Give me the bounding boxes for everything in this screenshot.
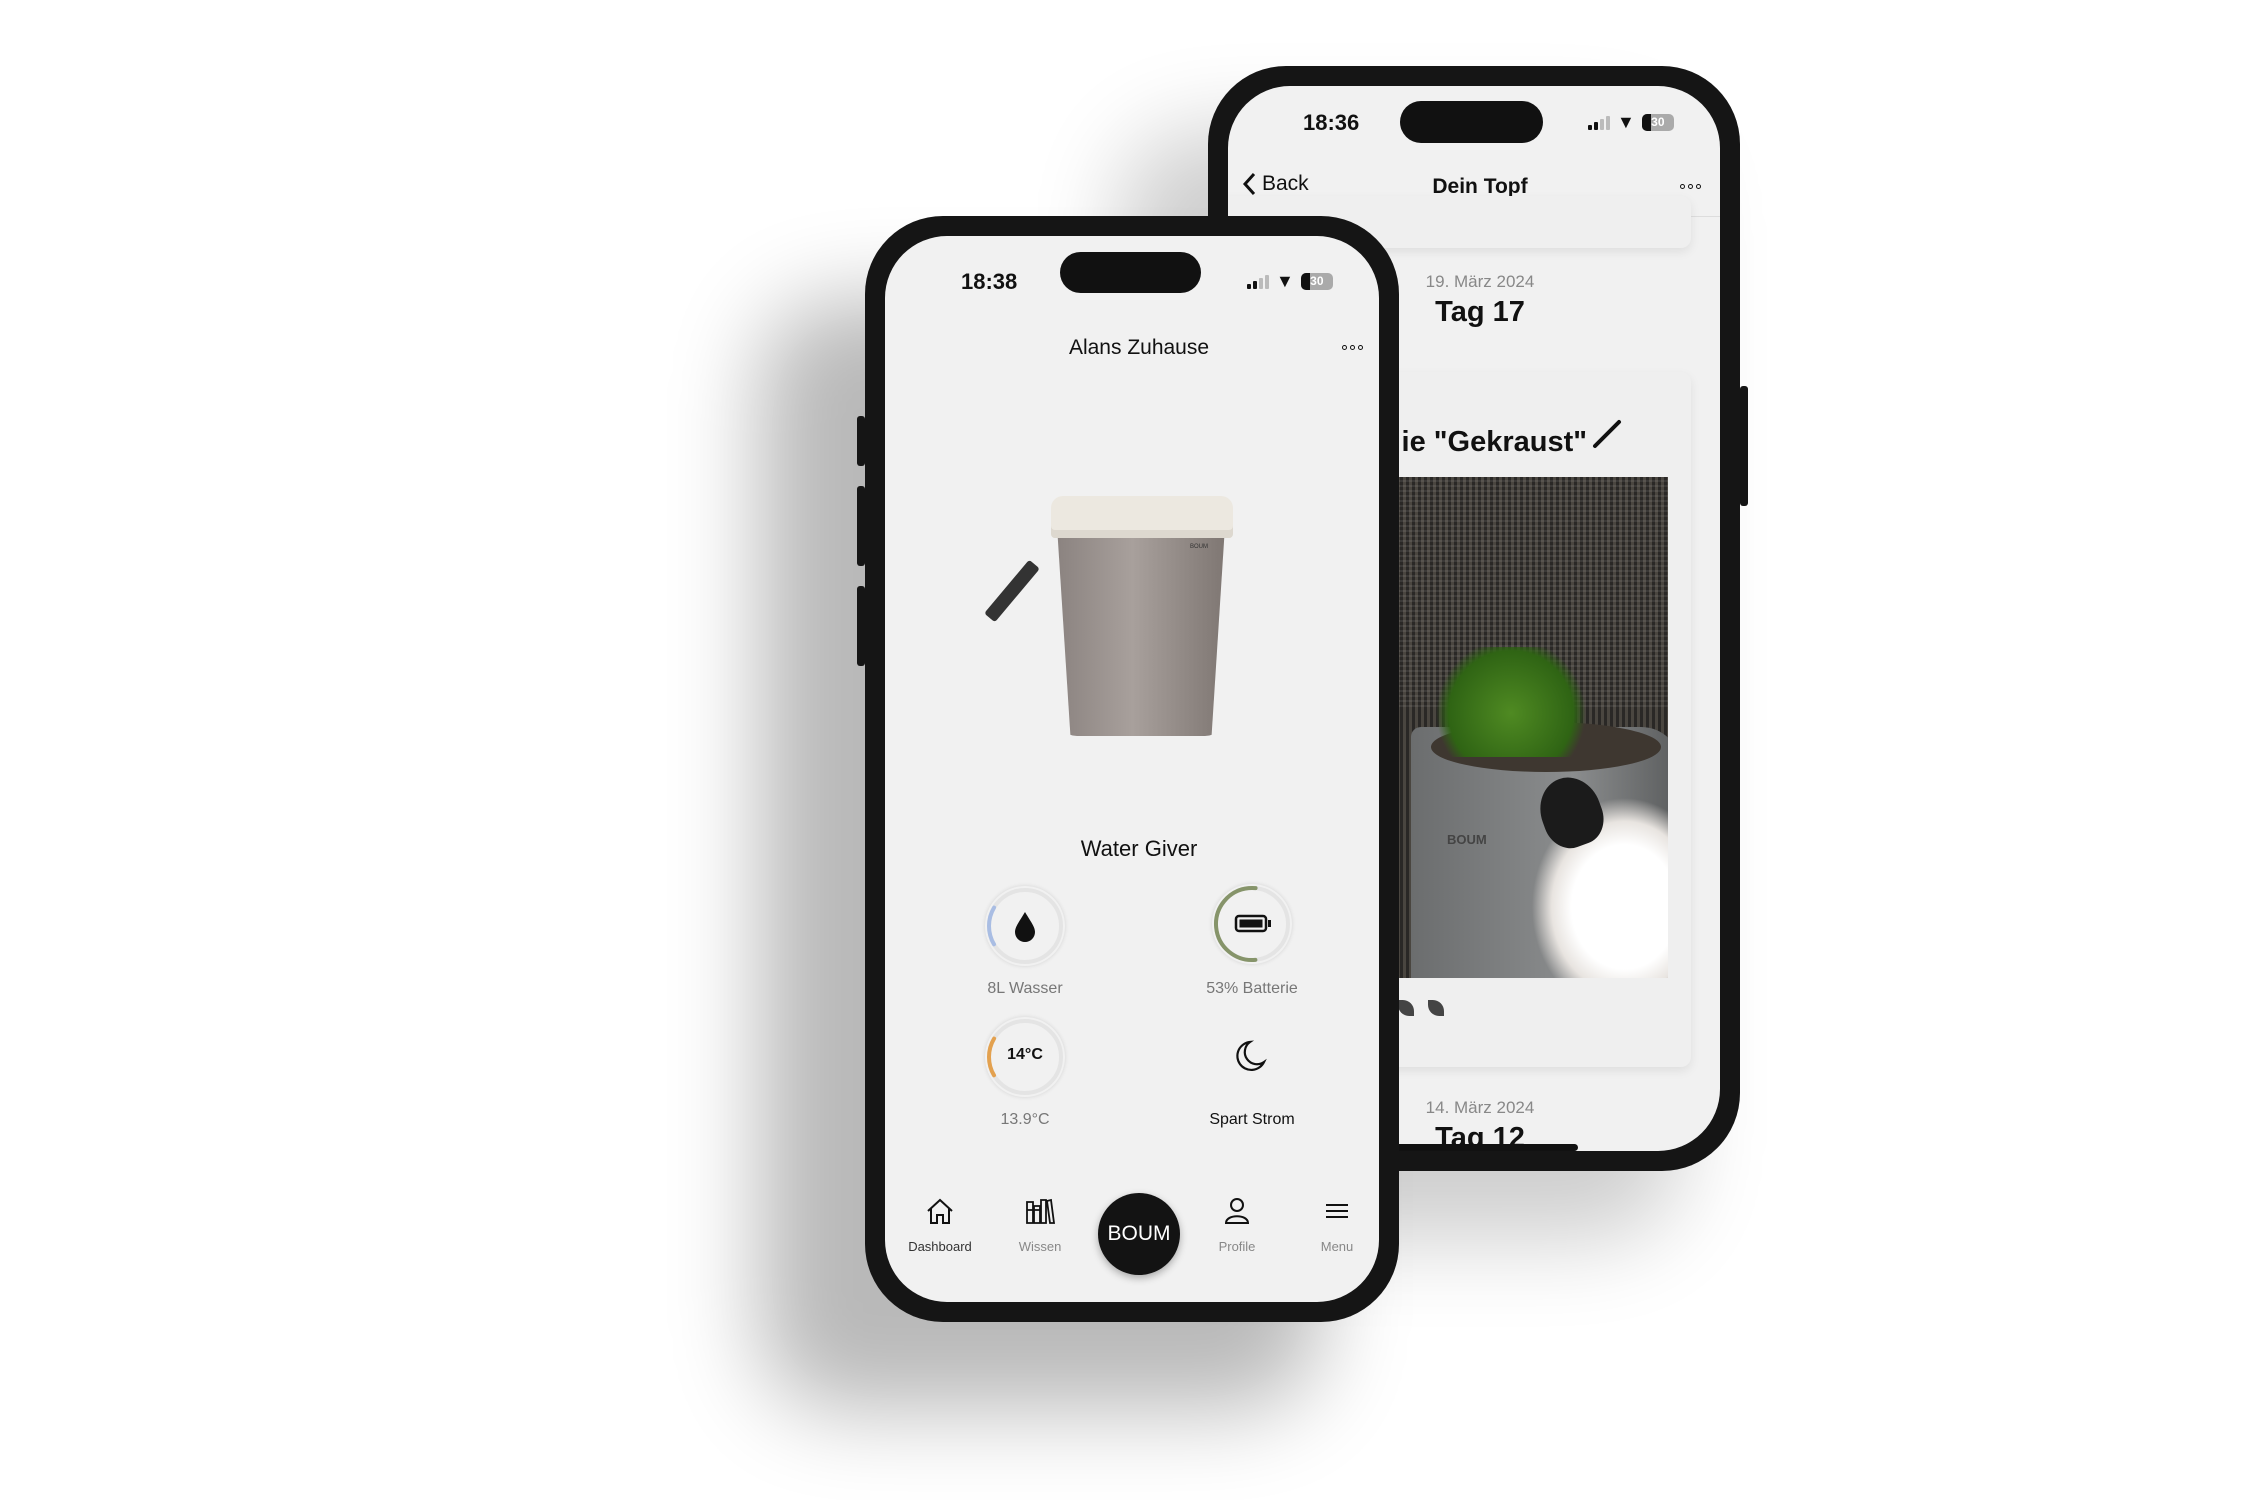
side-button [857, 486, 865, 566]
dynamic-island [1400, 101, 1543, 143]
boum-logo: BOUM [1107, 1222, 1171, 1245]
back-button[interactable]: Back [1242, 172, 1309, 196]
leaf-icon [1428, 1000, 1444, 1016]
more-button[interactable] [1342, 345, 1363, 350]
home-indicator [1378, 1144, 1578, 1151]
plant-title: ie "Gekraust" [1401, 426, 1587, 458]
temperature-label: 13.9°C [1000, 1111, 1050, 1128]
tab-label: Wissen [1018, 1239, 1062, 1254]
device-name: Water Giver [1080, 836, 1198, 861]
menu-icon [1326, 1204, 1348, 1218]
chevron-left-icon [1242, 172, 1256, 196]
pot-body [1057, 526, 1225, 736]
entry-date: 14. März 2024 [1425, 1098, 1535, 1117]
home-icon [927, 1198, 953, 1224]
profile-icon [1224, 1198, 1250, 1224]
pencil-icon[interactable] [1591, 416, 1625, 450]
water-drop-icon [1015, 912, 1035, 942]
leaf-icon [1398, 1000, 1414, 1016]
side-button [1740, 386, 1748, 506]
tab-label: Dashboard [908, 1239, 972, 1254]
status-icons: ▼ 30 [1247, 271, 1333, 292]
entry-day: Tag 17 [1435, 296, 1525, 328]
tab-dashboard[interactable]: Dashboard [895, 1196, 985, 1254]
temperature-value: 14°C [1007, 1046, 1043, 1063]
water-label: 8L Wasser [987, 980, 1063, 997]
front-phone: 18:38 ▼ 30 Alans Zuhause BOUM Water Give… [857, 216, 1399, 1322]
wifi-icon: ▼ [1617, 112, 1635, 132]
wifi-icon: ▼ [1276, 271, 1294, 291]
battery-status-icon: 30 [1300, 273, 1333, 290]
tab-profile[interactable]: Profile [1192, 1196, 1282, 1254]
status-icons: ▼ 30 [1588, 112, 1674, 133]
status-time: 18:38 [961, 269, 1018, 294]
tab-label: Profile [1218, 1239, 1256, 1254]
battery-gauge[interactable] [1212, 884, 1292, 964]
water-gauge[interactable] [985, 886, 1065, 966]
home-title: Alans Zuhause [1068, 336, 1210, 359]
tab-menu[interactable]: Menu [1292, 1196, 1379, 1254]
battery-icon [1234, 914, 1271, 933]
pot-brand: BOUM [1190, 544, 1208, 550]
pot-image: BOUM [984, 496, 1255, 746]
photo-pot-label: BOUM [1447, 832, 1487, 847]
signal-icon [1588, 115, 1610, 130]
pot-sensor [984, 559, 1040, 623]
entry-date: 19. März 2024 [1425, 272, 1535, 291]
plant-photo[interactable]: BOUM [1391, 477, 1668, 978]
power-label: Spart Strom [1209, 1111, 1295, 1128]
battery-label: 53% Batterie [1206, 980, 1298, 997]
books-icon [1026, 1198, 1056, 1224]
dynamic-island [1060, 252, 1201, 293]
pot-lid [1051, 496, 1233, 538]
tab-wissen[interactable]: Wissen [995, 1196, 1085, 1254]
status-time: 18:36 [1303, 110, 1360, 135]
battery-status-icon: 30 [1641, 114, 1674, 131]
leaf-rating [1398, 1000, 1444, 1016]
temperature-gauge[interactable]: 14°C [985, 1017, 1065, 1097]
moon-icon[interactable] [1230, 1036, 1270, 1076]
front-phone-screen: 18:38 ▼ 30 Alans Zuhause BOUM Water Give… [885, 236, 1379, 1302]
tab-label: Menu [1320, 1239, 1354, 1254]
signal-icon [1247, 274, 1269, 289]
boum-home-button[interactable]: BOUM [1098, 1193, 1180, 1275]
side-button [857, 416, 865, 466]
side-button [857, 586, 865, 666]
photo-parsley [1431, 647, 1591, 757]
back-label: Back [1262, 172, 1309, 195]
more-button[interactable] [1680, 184, 1701, 189]
